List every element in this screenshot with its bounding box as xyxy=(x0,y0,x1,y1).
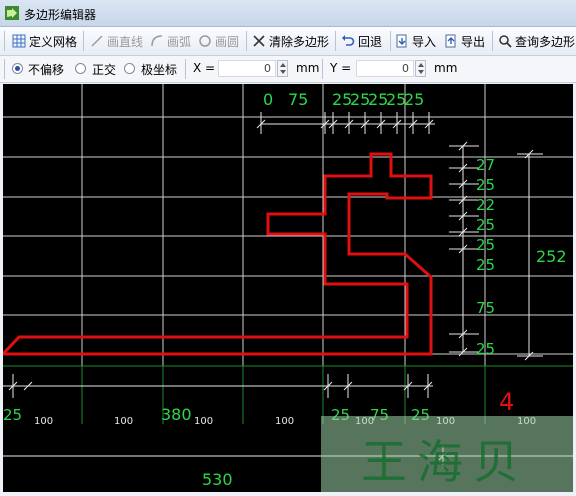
grid-icon xyxy=(12,34,26,48)
polar-label: 极坐标 xyxy=(141,63,178,77)
no-offset-label: 不偏移 xyxy=(28,63,65,77)
grid-label-2: 100 xyxy=(194,416,213,427)
marker-number: 4 xyxy=(499,388,514,416)
define-grid-label: 定义网格 xyxy=(29,34,78,49)
right-dim-6: 75 xyxy=(476,299,495,317)
right-dim-5: 25 xyxy=(476,256,495,274)
export-icon xyxy=(445,34,456,48)
bottom-dim-1: 380 xyxy=(161,405,192,424)
total-length: 530 xyxy=(202,470,233,489)
arc-icon xyxy=(151,35,163,47)
right-dim-4: 25 xyxy=(476,236,495,254)
right-dim-2: 22 xyxy=(476,196,495,214)
clear-polygon-button[interactable]: 清除多边形 xyxy=(252,31,329,51)
polygon-editor-window: 多边形编辑器 定义网格 画直线 画弧 画圆 清除多边形 回退 导入 导出 查询多… xyxy=(0,0,576,496)
app-icon xyxy=(5,6,19,20)
toolbar-separator xyxy=(390,31,391,51)
toolbar-grip xyxy=(4,31,5,51)
orthogonal-radio[interactable] xyxy=(75,63,86,74)
draw-arc-label: 画弧 xyxy=(167,34,192,49)
x-label: X = xyxy=(193,61,216,75)
query-polygon-label: 查询多边形 xyxy=(515,34,576,49)
title-bar: 多边形编辑器 xyxy=(0,0,576,27)
options-grip xyxy=(4,59,5,79)
draw-line-label: 画直线 xyxy=(107,34,144,49)
drawing-svg: 0 75 25 25 25 25 25 27 25 22 25 25 25 75… xyxy=(3,84,573,492)
import-label: 导入 xyxy=(412,34,437,49)
circle-icon xyxy=(199,35,211,47)
polygon-shape xyxy=(3,152,433,356)
polar-radio[interactable] xyxy=(124,63,135,74)
right-total: 252 xyxy=(536,247,567,266)
close-icon xyxy=(253,35,265,47)
import-icon xyxy=(396,34,407,48)
draw-line-button[interactable]: 画直线 xyxy=(90,31,143,51)
clear-polygon-label: 清除多边形 xyxy=(269,34,330,49)
search-icon xyxy=(499,35,512,48)
toolbar-separator xyxy=(246,31,247,51)
watermark-text: 王海贝 xyxy=(361,435,529,489)
y-spinner[interactable] xyxy=(415,60,426,77)
top-dim-0: 0 xyxy=(263,90,273,109)
line-icon xyxy=(91,35,103,47)
toolbar: 定义网格 画直线 画弧 画圆 清除多边形 回退 导入 导出 查询多边形 xyxy=(0,27,576,56)
right-dim-7: 25 xyxy=(476,340,495,358)
grid-label-0: 100 xyxy=(34,416,53,427)
top-dim-1: 75 xyxy=(288,90,308,109)
define-grid-button[interactable]: 定义网格 xyxy=(12,31,77,51)
no-offset-radio[interactable] xyxy=(12,63,23,74)
undo-button[interactable]: 回退 xyxy=(341,31,382,51)
orthogonal-label: 正交 xyxy=(92,63,117,77)
right-dim-1: 25 xyxy=(476,176,495,194)
drawing-canvas[interactable]: 0 75 25 25 25 25 25 27 25 22 25 25 25 75… xyxy=(3,84,573,492)
options-bar: 不偏移 正交 极坐标 X = 0 mm Y = 0 mm xyxy=(0,56,576,83)
export-button[interactable]: 导出 xyxy=(444,31,485,51)
grid-label-3: 100 xyxy=(275,416,294,427)
grid-label-1: 100 xyxy=(114,416,133,427)
draw-arc-button[interactable]: 画弧 xyxy=(150,31,191,51)
toolbar-separator xyxy=(335,31,336,51)
right-dim-0: 27 xyxy=(476,156,495,174)
draw-circle-label: 画圆 xyxy=(215,34,240,49)
toolbar-separator xyxy=(83,31,84,51)
x-input[interactable]: 0 xyxy=(218,60,276,77)
draw-circle-button[interactable]: 画圆 xyxy=(198,31,239,51)
window-title: 多边形编辑器 xyxy=(24,8,97,22)
query-polygon-button[interactable]: 查询多边形 xyxy=(498,31,575,51)
export-label: 导出 xyxy=(461,34,486,49)
top-dim-6: 25 xyxy=(404,90,424,109)
toolbar-separator xyxy=(492,31,493,51)
x-spinner[interactable] xyxy=(277,60,288,77)
y-input[interactable]: 0 xyxy=(356,60,414,77)
right-dimension-lines xyxy=(449,141,543,361)
right-dim-3: 25 xyxy=(476,216,495,234)
bottom-dim-0: 25 xyxy=(3,406,22,424)
undo-icon xyxy=(342,35,355,46)
import-button[interactable]: 导入 xyxy=(395,31,436,51)
y-unit: mm xyxy=(434,61,458,75)
top-dimension-lines xyxy=(256,112,435,134)
options-separator xyxy=(322,59,323,79)
undo-label: 回退 xyxy=(358,34,383,49)
options-separator xyxy=(185,59,186,79)
y-label: Y = xyxy=(330,61,352,75)
x-unit: mm xyxy=(296,61,320,75)
